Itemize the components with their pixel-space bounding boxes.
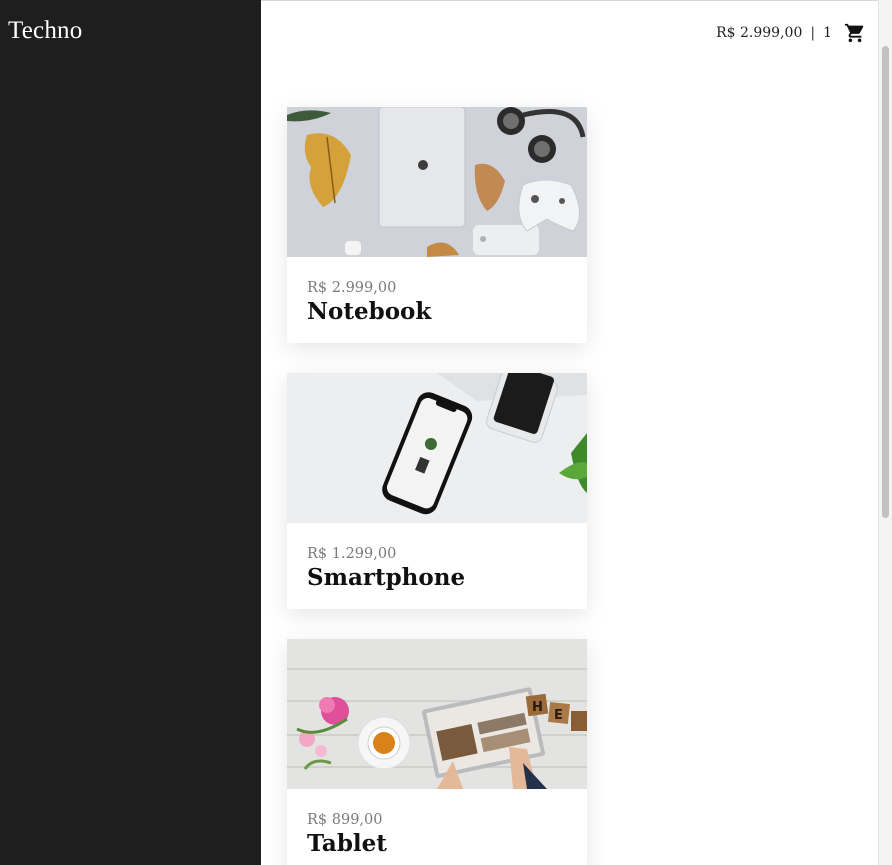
vertical-scrollbar[interactable] bbox=[878, 0, 892, 865]
brand-logo[interactable]: Techno bbox=[8, 17, 82, 45]
sidebar: Techno bbox=[0, 0, 261, 865]
scrollbar-thumb[interactable] bbox=[882, 46, 889, 518]
product-price: R$ 899,00 bbox=[307, 812, 383, 828]
cart-summary[interactable]: R$ 2.999,00 | 1 bbox=[716, 22, 866, 44]
cart-count: 1 bbox=[823, 25, 832, 41]
shopping-cart-icon[interactable] bbox=[844, 22, 866, 44]
product-card-tablet[interactable]: H E R$ 899,00 Tablet bbox=[287, 639, 587, 865]
smartphone-product-image bbox=[287, 373, 587, 523]
tablet-product-image: H E bbox=[287, 639, 587, 789]
product-info: R$ 899,00 Tablet bbox=[287, 789, 587, 858]
product-price: R$ 1.299,00 bbox=[307, 546, 397, 562]
product-card-notebook[interactable]: R$ 2.999,00 Notebook bbox=[287, 107, 587, 343]
svg-text:E: E bbox=[554, 708, 563, 723]
product-name[interactable]: Notebook bbox=[307, 298, 567, 326]
product-card-smartphone[interactable]: R$ 1.299,00 Smartphone bbox=[287, 373, 587, 609]
cart-total: R$ 2.999,00 bbox=[716, 25, 803, 41]
product-price: R$ 2.999,00 bbox=[307, 280, 397, 296]
product-name[interactable]: Tablet bbox=[307, 830, 567, 858]
svg-text:H: H bbox=[532, 700, 543, 715]
cart-separator: | bbox=[810, 25, 816, 41]
notebook-product-image bbox=[287, 107, 587, 257]
product-info: R$ 1.299,00 Smartphone bbox=[287, 523, 587, 592]
main-content: R$ 2.999,00 | 1 R$ 2.999,00 Notebook R$ … bbox=[261, 0, 878, 865]
product-name[interactable]: Smartphone bbox=[307, 564, 567, 592]
product-info: R$ 2.999,00 Notebook bbox=[287, 257, 587, 326]
